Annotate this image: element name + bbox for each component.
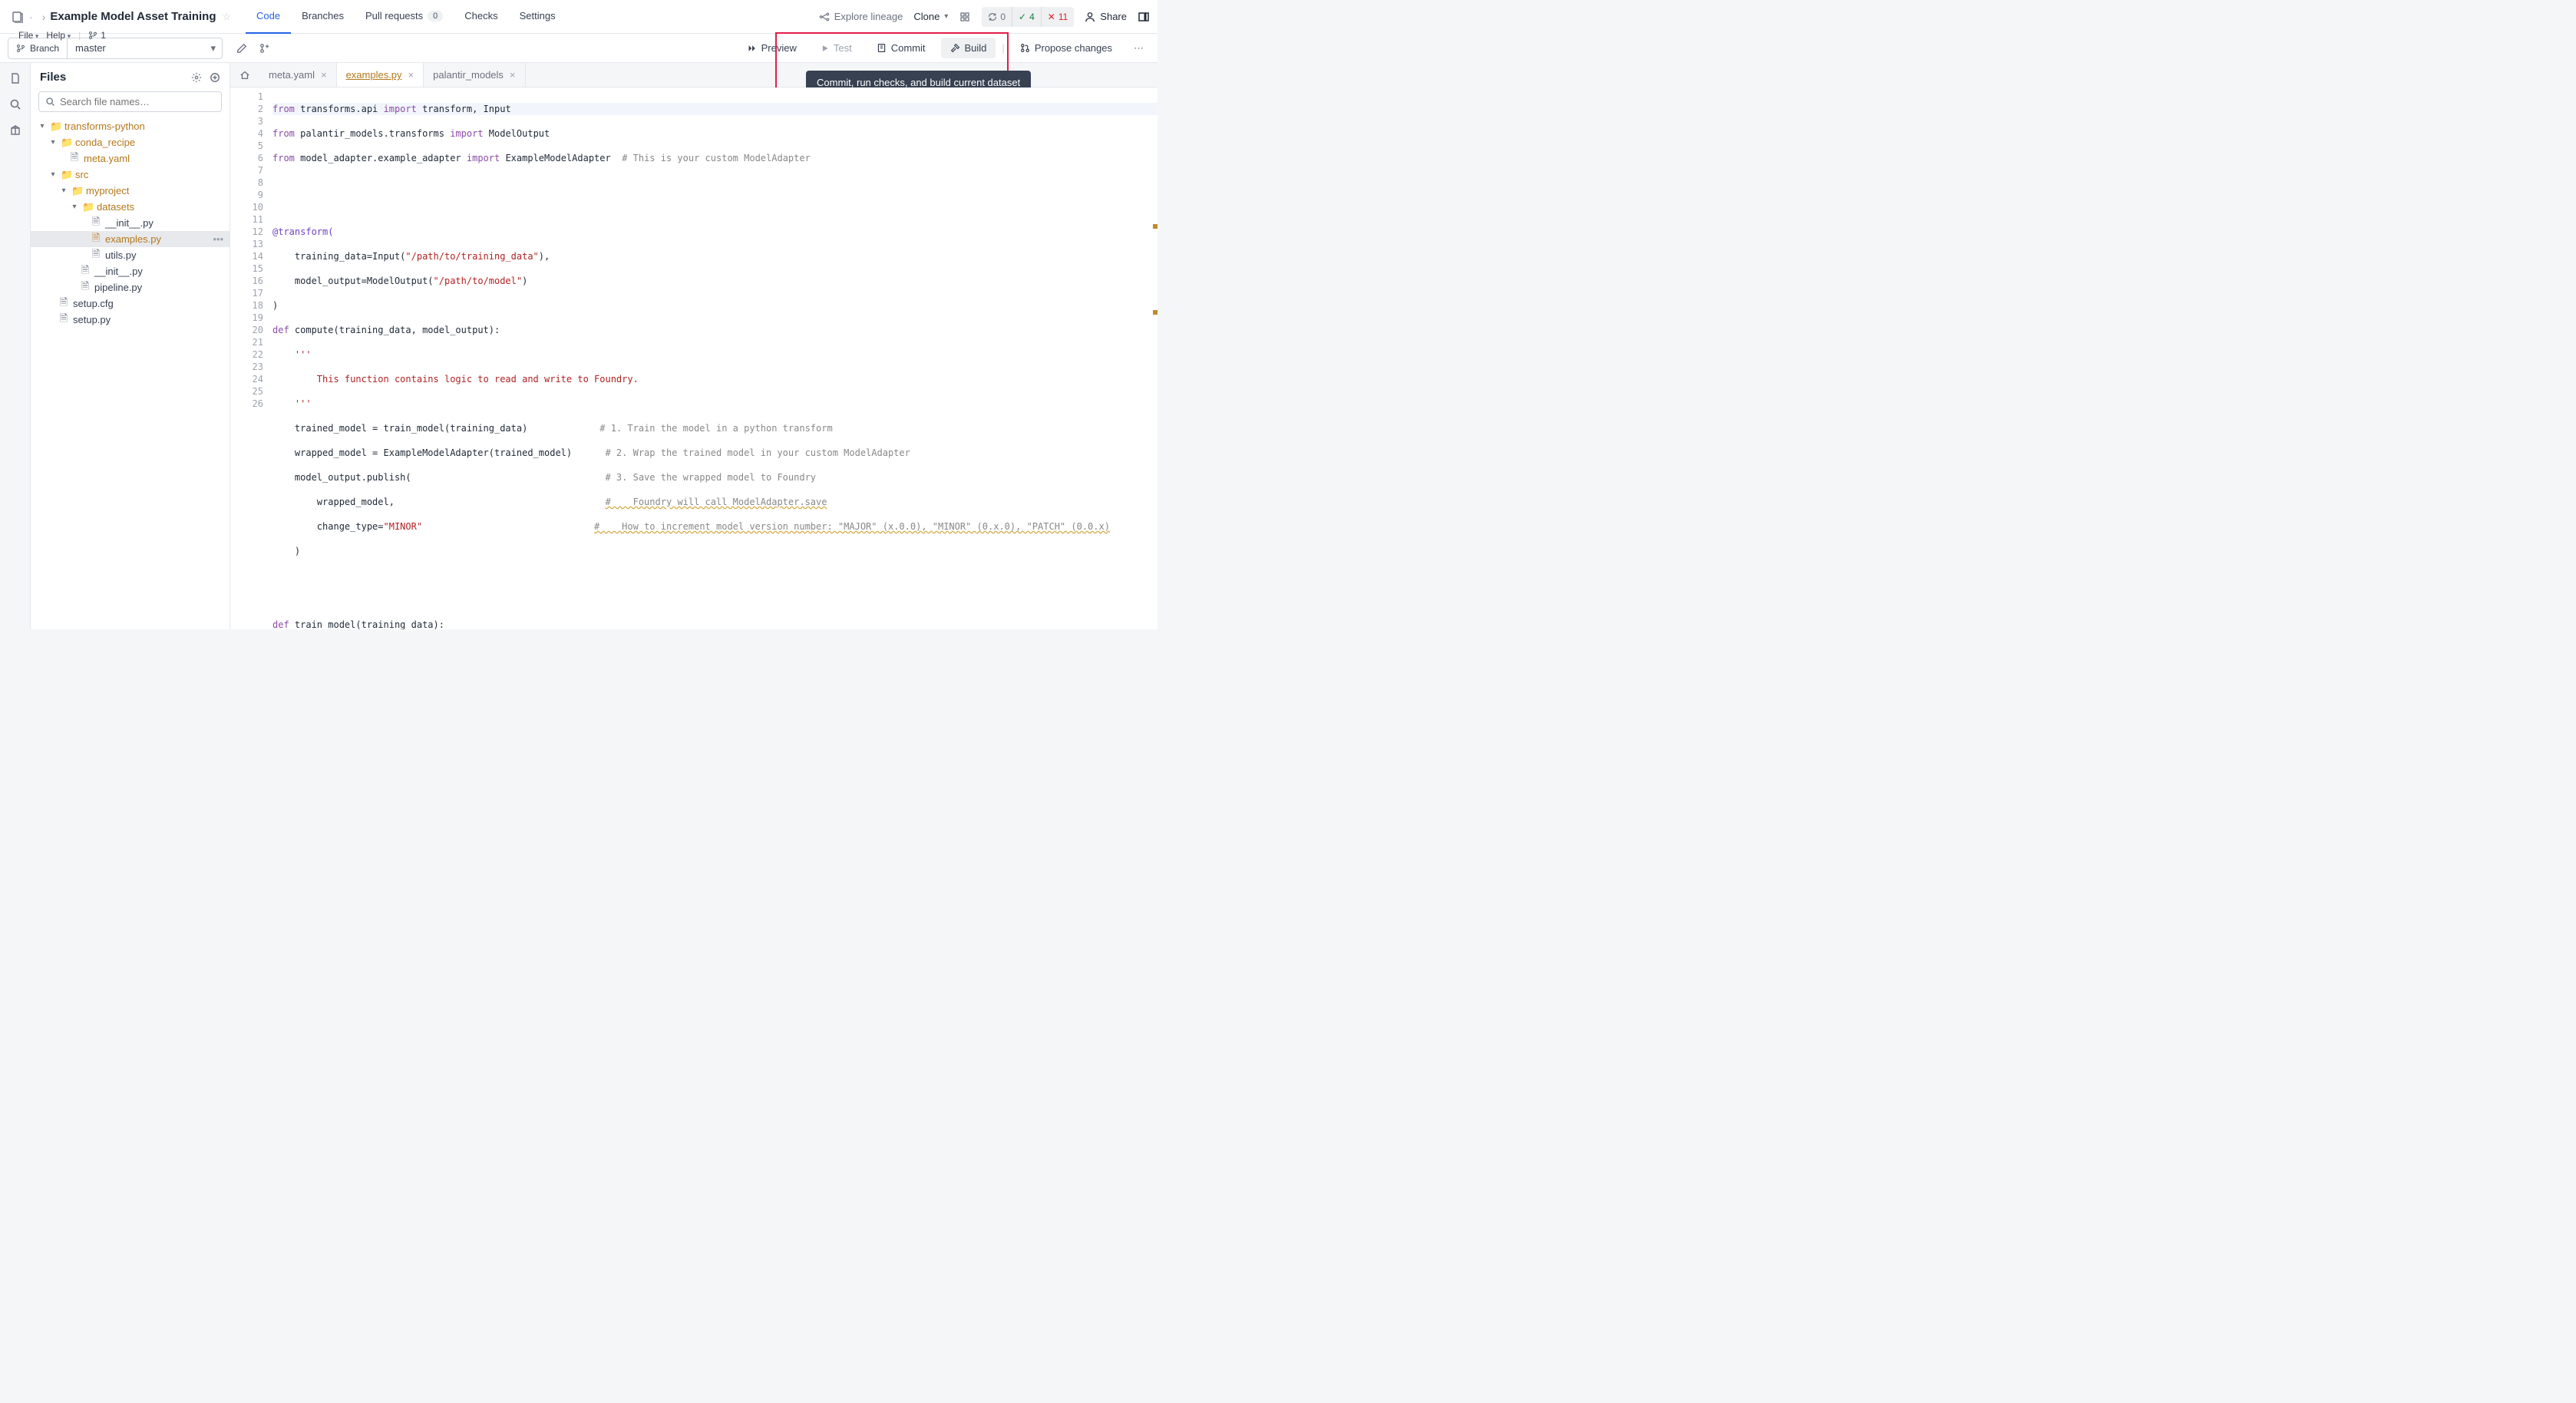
tree-file[interactable]: 🗎meta.yaml xyxy=(31,150,230,167)
tree-file-active[interactable]: 🗎examples.py••• xyxy=(31,231,230,247)
keyboard-icon[interactable] xyxy=(959,11,971,23)
pr-count-badge: 0 xyxy=(428,11,443,21)
tab-checks[interactable]: Checks xyxy=(454,0,508,34)
chevron-down-icon: ▾ xyxy=(210,42,222,54)
search-icon[interactable] xyxy=(9,98,21,111)
explore-lineage-button[interactable]: Explore lineage xyxy=(819,11,903,22)
file-search-input[interactable] xyxy=(38,91,222,112)
close-icon[interactable]: × xyxy=(321,69,327,81)
preview-button[interactable]: Preview xyxy=(738,38,806,58)
panel-toggle-icon[interactable] xyxy=(1138,11,1150,23)
tree-folder[interactable]: ▾📁transforms-python xyxy=(31,118,230,134)
editor-tab-active[interactable]: examples.py× xyxy=(337,63,424,87)
new-branch-icon[interactable] xyxy=(259,43,270,54)
build-button[interactable]: Build xyxy=(941,38,996,58)
status-box[interactable]: 0 ✓4 ✕ 11 xyxy=(982,7,1074,27)
package-icon[interactable] xyxy=(9,124,21,137)
branch-selector[interactable]: Branch master ▾ xyxy=(8,38,223,59)
edit-icon[interactable] xyxy=(236,43,247,54)
repo-icon xyxy=(11,10,25,24)
commit-button[interactable]: Commit xyxy=(867,38,935,58)
breadcrumb-sep: · xyxy=(29,11,33,23)
ok-status[interactable]: ✓4 xyxy=(1012,7,1042,27)
error-status[interactable]: ✕ 11 xyxy=(1042,7,1075,27)
tab-settings[interactable]: Settings xyxy=(509,0,566,34)
subbar: Branch master ▾ Preview Test Commit xyxy=(0,34,1158,63)
add-icon[interactable] xyxy=(210,72,220,83)
gear-icon[interactable] xyxy=(191,72,202,83)
tree-folder[interactable]: ▾📁myproject xyxy=(31,183,230,199)
code-area[interactable]: 1234567891011121314151617181920212223242… xyxy=(230,87,1158,629)
fast-forward-icon xyxy=(748,44,757,53)
tab-code[interactable]: Code xyxy=(246,0,291,34)
propose-changes-button[interactable]: Propose changes xyxy=(1011,38,1121,58)
tree-folder[interactable]: ▾📁src xyxy=(31,167,230,183)
breadcrumb-chevron-icon: › xyxy=(42,11,46,23)
files-panel: Files ▾📁transforms-python ▾📁conda_recipe… xyxy=(31,63,230,629)
file-menu[interactable]: File xyxy=(18,30,38,41)
line-gutter: 1234567891011121314151617181920212223242… xyxy=(230,87,272,629)
close-icon[interactable]: × xyxy=(510,69,516,81)
chevron-down-icon: ▾ xyxy=(944,12,948,21)
header: · › Example Model Asset Training ☆ File … xyxy=(0,0,1158,34)
editor: meta.yaml× examples.py× palantir_models×… xyxy=(230,63,1158,629)
help-menu[interactable]: Help xyxy=(46,30,71,41)
pull-request-icon xyxy=(1020,43,1030,53)
tree-file[interactable]: 🗎__init__.py xyxy=(31,263,230,279)
tree-folder[interactable]: ▾📁datasets xyxy=(31,199,230,215)
tree-file[interactable]: 🗎__init__.py xyxy=(31,215,230,231)
hammer-icon xyxy=(950,43,960,53)
editor-tab[interactable]: meta.yaml× xyxy=(259,63,337,87)
home-tab[interactable] xyxy=(230,70,259,81)
more-icon[interactable]: ⋯ xyxy=(1128,42,1150,54)
code-content[interactable]: from transforms.api import transform, In… xyxy=(272,87,1158,629)
overview-ruler xyxy=(1150,87,1158,629)
close-icon[interactable]: × xyxy=(408,69,414,81)
branch-count[interactable]: 1 xyxy=(88,30,106,41)
tree-file[interactable]: 🗎utils.py xyxy=(31,247,230,263)
share-button[interactable]: Share xyxy=(1085,11,1127,22)
more-icon[interactable]: ••• xyxy=(213,233,223,245)
search-icon xyxy=(45,97,55,107)
star-icon[interactable]: ☆ xyxy=(223,11,232,23)
sync-status[interactable]: 0 xyxy=(982,7,1012,27)
tree-folder[interactable]: ▾📁conda_recipe xyxy=(31,134,230,150)
branch-icon xyxy=(16,44,25,53)
tree-file[interactable]: 🗎pipeline.py xyxy=(31,279,230,295)
commit-icon xyxy=(877,43,887,53)
repo-breadcrumb: · › Example Model Asset Training ☆ xyxy=(8,10,235,24)
editor-tab[interactable]: palantir_models× xyxy=(424,63,525,87)
file-tree: ▾📁transforms-python ▾📁conda_recipe 🗎meta… xyxy=(31,118,230,629)
files-title: Files xyxy=(40,71,66,84)
file-icon[interactable] xyxy=(9,72,21,84)
branch-value: master xyxy=(68,42,210,54)
repo-title[interactable]: Example Model Asset Training xyxy=(50,10,216,23)
tab-branches[interactable]: Branches xyxy=(291,0,355,34)
tree-file[interactable]: 🗎setup.py xyxy=(31,312,230,328)
clone-button[interactable]: Clone ▾ xyxy=(913,11,948,22)
tab-pull-requests[interactable]: Pull requests 0 xyxy=(355,0,454,34)
left-rail xyxy=(0,63,31,629)
test-button[interactable]: Test xyxy=(812,38,861,58)
tree-file[interactable]: 🗎setup.cfg xyxy=(31,295,230,312)
play-icon xyxy=(821,45,829,52)
